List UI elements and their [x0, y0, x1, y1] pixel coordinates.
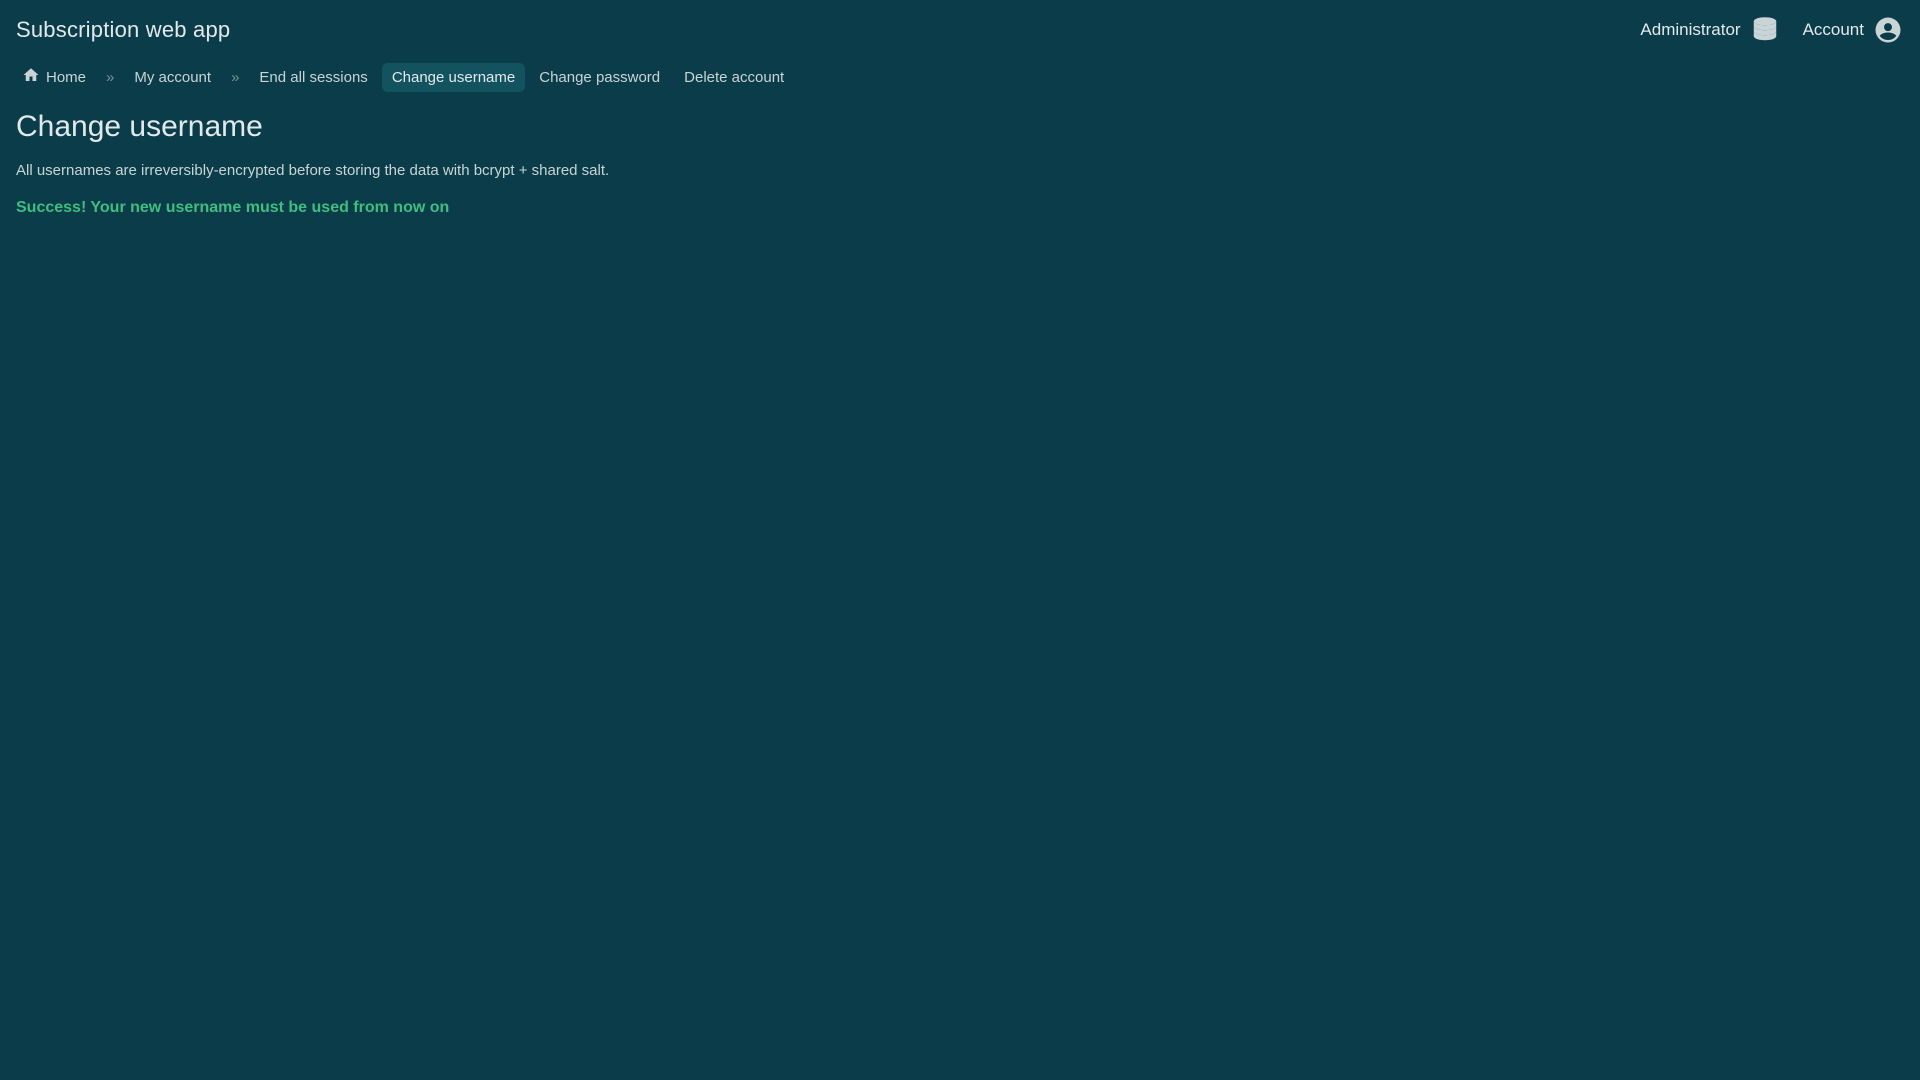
- breadcrumb-separator: »: [225, 69, 245, 86]
- tab-label: Delete account: [684, 69, 784, 86]
- info-text: All usernames are irreversibly-encrypted…: [16, 162, 1904, 179]
- admin-menu-label: Administrator: [1640, 20, 1740, 40]
- tab-change-password[interactable]: Change password: [529, 63, 670, 92]
- home-icon: [22, 66, 40, 88]
- account-menu-label: Account: [1803, 20, 1864, 40]
- breadcrumb-my-account-label: My account: [134, 69, 211, 86]
- page-content: Change username All usernames are irreve…: [0, 100, 1920, 223]
- app-title: Subscription web app: [16, 17, 230, 43]
- tab-change-username[interactable]: Change username: [382, 63, 525, 92]
- tab-label: End all sessions: [259, 69, 367, 86]
- tab-end-all-sessions[interactable]: End all sessions: [249, 63, 377, 92]
- breadcrumb-home-label: Home: [46, 69, 86, 86]
- breadcrumb-separator: »: [100, 69, 120, 86]
- nav-tab-row: Home » My account » End all sessions Cha…: [0, 58, 1920, 100]
- account-menu[interactable]: Account: [1803, 14, 1904, 46]
- tab-label: Change password: [539, 69, 660, 86]
- page-title: Change username: [16, 110, 1904, 144]
- app-header: Subscription web app Administrator Accou…: [0, 0, 1920, 58]
- breadcrumb-home[interactable]: Home: [12, 60, 96, 94]
- admin-menu[interactable]: Administrator: [1640, 14, 1780, 46]
- tab-delete-account[interactable]: Delete account: [674, 63, 794, 92]
- header-right: Administrator Account: [1640, 14, 1904, 46]
- account-circle-icon: [1872, 14, 1904, 46]
- success-message: Success! Your new username must be used …: [16, 199, 1904, 217]
- breadcrumb-my-account[interactable]: My account: [124, 63, 221, 92]
- tab-label: Change username: [392, 69, 515, 86]
- database-icon: [1749, 14, 1781, 46]
